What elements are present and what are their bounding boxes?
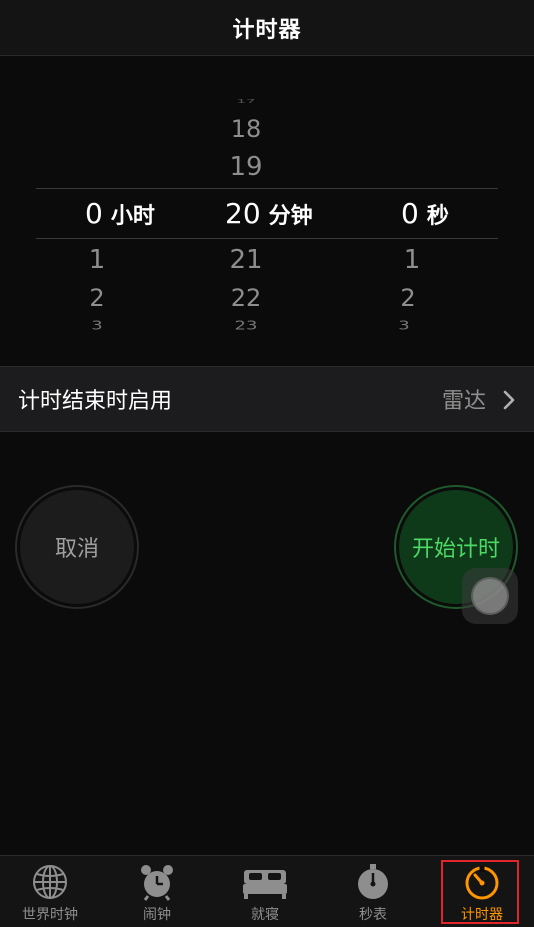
tab-stopwatch-label: 秒表 — [359, 907, 387, 923]
chevron-right-icon — [503, 390, 515, 410]
minutes-unit: 分钟 — [268, 204, 313, 229]
seconds-unit: 秒 — [426, 204, 449, 229]
hours-unit: 小时 — [110, 204, 155, 229]
timer-screen: 计时器 17 18 19 0 小时 20 分钟 0 秒 1 21 1 2 22 … — [0, 0, 534, 927]
tab-alarm-label: 闹钟 — [143, 907, 171, 923]
selection-bottom-line — [36, 238, 498, 239]
page-title: 计时器 — [232, 17, 302, 43]
tab-world-clock[interactable]: 世界时钟 — [0, 856, 100, 927]
bed-icon — [243, 870, 287, 899]
hour-option[interactable]: 3 — [91, 319, 102, 333]
tab-stopwatch[interactable]: 秒表 — [323, 856, 423, 927]
second-option[interactable]: 1 — [404, 247, 421, 273]
sound-value: 雷达 — [441, 389, 486, 414]
hours-selected[interactable]: 0 小时 — [85, 197, 155, 231]
when-timer-ends-label: 计时结束时启用 — [18, 389, 173, 414]
minute-option[interactable]: 21 — [229, 247, 262, 273]
seconds-selected[interactable]: 0 秒 — [401, 197, 449, 231]
assistive-touch-button[interactable] — [462, 568, 518, 624]
hours-value: 0 — [85, 197, 103, 230]
cancel-button[interactable]: 取消 — [17, 487, 137, 607]
stopwatch-icon — [358, 864, 388, 899]
tab-bedtime[interactable]: 就寝 — [215, 856, 315, 927]
hour-option[interactable]: 1 — [89, 247, 106, 273]
second-option[interactable]: 2 — [400, 286, 415, 310]
cancel-button-label: 取消 — [54, 537, 99, 562]
tab-alarm[interactable]: 闹钟 — [107, 856, 207, 927]
when-timer-ends-row[interactable]: 计时结束时启用 雷达 — [0, 366, 534, 432]
hour-option[interactable]: 2 — [89, 286, 104, 310]
start-button-label: 开始计时 — [411, 537, 500, 562]
second-option[interactable]: 3 — [398, 319, 409, 333]
annotation-highlight-box — [441, 860, 519, 924]
minutes-value: 20 — [225, 197, 261, 230]
navigation-bar: 计时器 — [0, 0, 534, 56]
tab-bedtime-label: 就寝 — [251, 907, 279, 923]
tab-world-clock-label: 世界时钟 — [22, 907, 78, 923]
selection-top-line — [36, 188, 498, 189]
minute-option[interactable]: 23 — [235, 319, 258, 333]
globe-icon — [33, 865, 67, 899]
minute-option[interactable]: 22 — [231, 286, 262, 310]
alarm-clock-icon — [141, 865, 173, 901]
assistive-touch-icon — [471, 577, 509, 615]
minutes-selected[interactable]: 20 分钟 — [225, 197, 313, 231]
minute-option[interactable]: 17 — [236, 99, 255, 104]
minute-option[interactable]: 18 — [231, 117, 262, 141]
duration-picker[interactable]: 17 18 19 0 小时 20 分钟 0 秒 1 21 1 2 22 2 3 … — [0, 56, 534, 366]
seconds-value: 0 — [401, 197, 419, 230]
minute-option[interactable]: 19 — [229, 154, 262, 180]
